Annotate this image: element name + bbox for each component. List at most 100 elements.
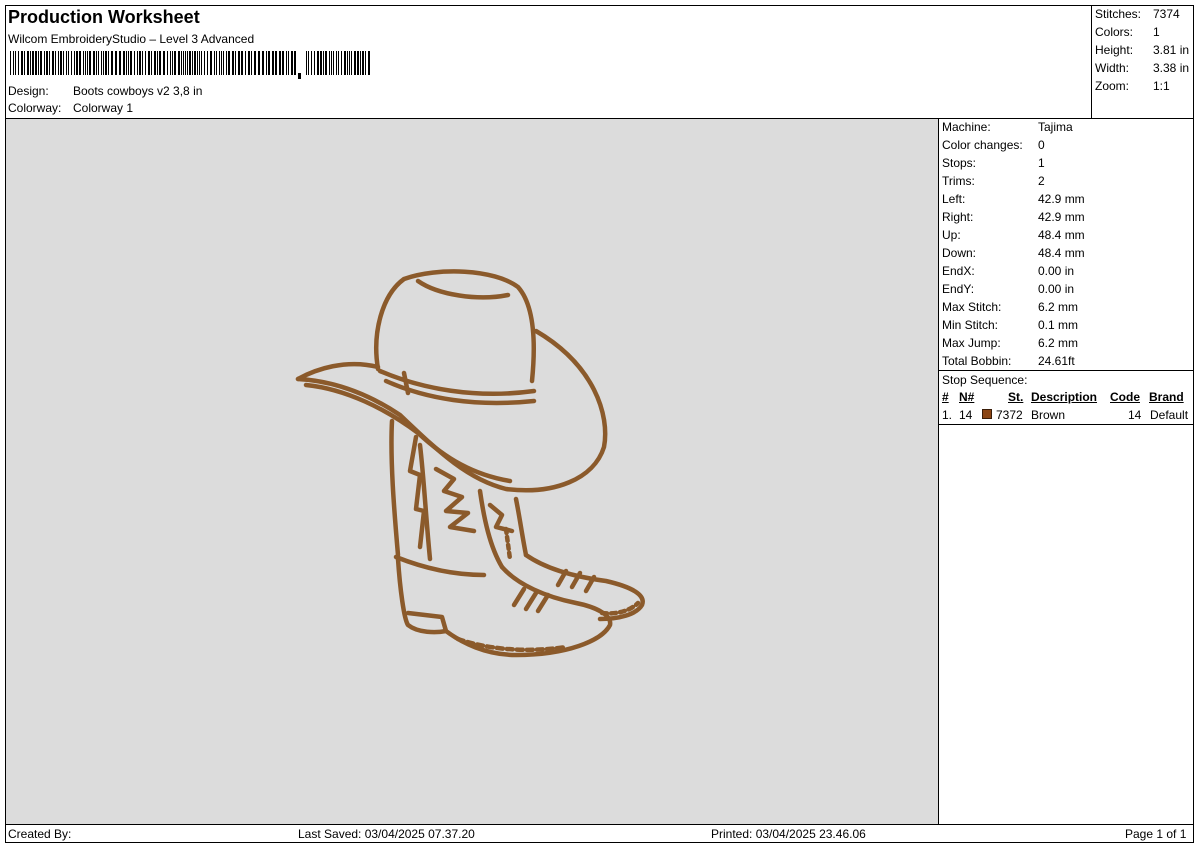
total-bobbin-value: 24.61ft (1038, 354, 1075, 368)
trims-value: 2 (1038, 174, 1045, 188)
left-boot-shaft-back (389, 418, 401, 558)
right-boot-flame-detail (487, 502, 515, 534)
hat-brim-inner (303, 382, 513, 484)
stop-row-num: 1. (942, 408, 953, 422)
trims-row: Trims: 2 (942, 174, 1045, 192)
stop-row-stitches: 7372 (996, 408, 1023, 422)
right-label: Right: (942, 210, 974, 224)
colors-row: Colors: 1 (1095, 25, 1160, 43)
width-value: 3.38 in (1153, 61, 1190, 75)
design-value: Boots cowboys v2 3,8 in (73, 84, 203, 98)
max-jump-value: 6.2 mm (1038, 336, 1079, 350)
printed-date: Printed: 03/04/2025 23.46.06 (711, 827, 866, 841)
colorway-label: Colorway: (8, 101, 62, 115)
software-name: Wilcom EmbroideryStudio – Level 3 Advanc… (8, 32, 255, 46)
hat-crown (374, 269, 537, 384)
zoom-value: 1:1 (1153, 79, 1170, 93)
left-label: Left: (942, 192, 966, 206)
col-header-needle: N# (959, 390, 975, 404)
endy-label: EndY: (942, 282, 975, 296)
up-row: Up: 48.4 mm (942, 228, 1085, 246)
up-label: Up: (942, 228, 961, 242)
max-jump-label: Max Jump: (942, 336, 1001, 350)
machine-info-panel: Machine: Tajima Color changes: 0 Stops: 1 T… (939, 119, 1194, 824)
zoom-row: Zoom: 1:1 (1095, 79, 1170, 97)
stop-row-code: 14 (1128, 408, 1142, 422)
endx-label: EndX: (942, 264, 975, 278)
max-stitch-label: Max Stitch: (942, 300, 1002, 314)
hat-brim-left (295, 361, 381, 382)
stop-sequence-divider (939, 370, 1194, 371)
thread-color-swatch (982, 409, 992, 419)
col-header-num: # (942, 390, 949, 404)
down-label: Down: (942, 246, 977, 260)
col-header-brand: Brand (1149, 390, 1184, 404)
colorway-row: Colorway: Colorway 1 (8, 101, 133, 115)
stitches-row: Stitches: 7374 (1095, 7, 1180, 25)
design-preview (6, 119, 938, 824)
created-by: Created By: (8, 827, 72, 841)
design-row: Design: Boots cowboys v2 3,8 in (8, 84, 202, 98)
stop-sequence-bottom-divider (939, 424, 1194, 425)
stitches-value: 7374 (1153, 7, 1180, 21)
left-boot-flame-detail (433, 466, 477, 534)
left-value: 42.9 mm (1038, 192, 1085, 206)
endy-row: EndY: 0.00 in (942, 282, 1074, 300)
stop-row-description: Brown (1031, 408, 1066, 422)
max-stitch-value: 6.2 mm (1038, 300, 1079, 314)
stop-sequence-title: Stop Sequence: (942, 373, 1028, 387)
zoom-label: Zoom: (1095, 79, 1130, 93)
min-stitch-value: 0.1 mm (1038, 318, 1079, 332)
down-value: 48.4 mm (1038, 246, 1085, 260)
width-row: Width: 3.38 in (1095, 61, 1189, 79)
left-row: Left: 42.9 mm (942, 192, 1085, 210)
color-changes-row: Color changes: 0 (942, 138, 1045, 156)
stops-value: 1 (1038, 156, 1045, 170)
trims-label: Trims: (942, 174, 975, 188)
endx-row: EndX: 0.00 in (942, 264, 1074, 282)
footer-divider (5, 824, 1194, 825)
col-header-code: Code (1110, 390, 1140, 404)
down-row: Down: 48.4 mm (942, 246, 1085, 264)
width-label: Width: (1095, 61, 1130, 75)
right-value: 42.9 mm (1038, 210, 1085, 224)
color-changes-value: 0 (1038, 138, 1045, 152)
min-stitch-label: Min Stitch: (942, 318, 999, 332)
machine-label: Machine: (942, 120, 991, 134)
colors-value: 1 (1153, 25, 1160, 39)
last-saved: Last Saved: 03/04/2025 07.37.20 (298, 827, 475, 841)
worksheet-header: Production Worksheet Wilcom EmbroiderySt… (5, 5, 1091, 118)
height-row: Height: 3.81 in (1095, 43, 1189, 61)
machine-row: Machine: Tajima (942, 120, 1073, 138)
height-label: Height: (1095, 43, 1134, 57)
max-jump-row: Max Jump: 6.2 mm (942, 336, 1078, 354)
page-title: Production Worksheet (8, 7, 200, 27)
page-number: Page 1 of 1 (1125, 827, 1187, 841)
endx-value: 0.00 in (1038, 264, 1075, 278)
summary-panel: Stitches: 7374 Colors: 1 Height: 3.81 in Wi… (1091, 5, 1194, 118)
max-stitch-row: Max Stitch: 6.2 mm (942, 300, 1078, 318)
stops-label: Stops: (942, 156, 977, 170)
colors-label: Colors: (1095, 25, 1134, 39)
stop-row-brand: Default (1150, 408, 1189, 422)
barcode (10, 51, 370, 79)
col-header-description: Description (1031, 390, 1098, 404)
up-value: 48.4 mm (1038, 228, 1085, 242)
left-boot-top-seam (393, 554, 487, 578)
colorway-value: Colorway 1 (73, 101, 134, 115)
machine-value: Tajima (1038, 120, 1073, 134)
height-value: 3.81 in (1153, 43, 1190, 57)
hat-crown-dent (415, 278, 511, 300)
design-label: Design: (8, 84, 49, 98)
right-boot-shaft-front (513, 496, 529, 558)
min-stitch-row: Min Stitch: 0.1 mm (942, 318, 1078, 336)
stops-row: Stops: 1 (942, 156, 1045, 174)
color-changes-label: Color changes: (942, 138, 1023, 152)
col-header-stitches: St. (1008, 390, 1024, 404)
cowboy-hat-boots-embroidery (295, 269, 645, 658)
hat-brim-main (295, 328, 608, 493)
stitches-label: Stitches: (1095, 7, 1142, 21)
right-row: Right: 42.9 mm (942, 210, 1085, 228)
stop-row-needle: 14 (959, 408, 973, 422)
endy-value: 0.00 in (1038, 282, 1075, 296)
